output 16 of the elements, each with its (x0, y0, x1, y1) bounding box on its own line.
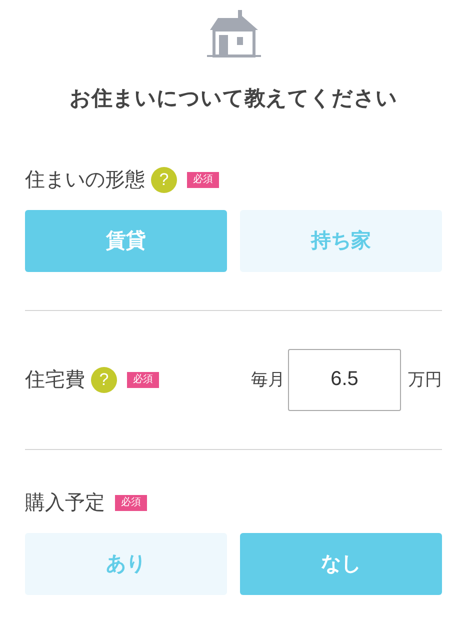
unit-suffix: 万円 (408, 368, 442, 391)
section-label: 購入予定 (25, 490, 105, 516)
option-button[interactable]: 賃貸 (25, 210, 227, 272)
help-icon[interactable]: ? (91, 366, 117, 392)
page-title: お住まいについて教えてください (68, 86, 398, 112)
section-label: 住宅費 (25, 368, 85, 392)
help-icon[interactable]: ? (151, 166, 177, 192)
option-button[interactable]: 持ち家 (240, 210, 442, 272)
option-button[interactable]: なし (240, 532, 442, 594)
section-label: 住まいの形態 (25, 168, 145, 192)
required-badge: 必須 (115, 494, 147, 510)
unit-prefix: 毎月 (251, 368, 285, 391)
amount-field[interactable]: 6.5 (288, 348, 401, 410)
required-badge: 必須 (127, 372, 159, 388)
option-button[interactable]: あり (25, 532, 227, 594)
required-badge: 必須 (187, 172, 219, 188)
